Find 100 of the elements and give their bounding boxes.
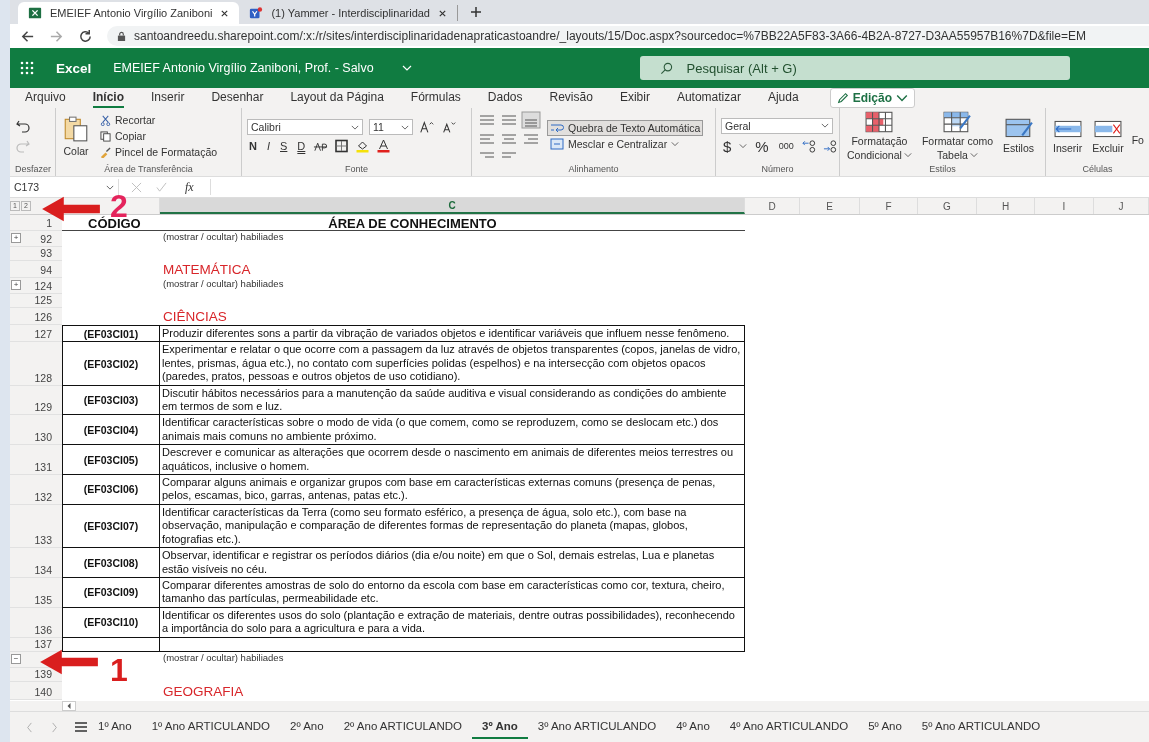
grow-font-icon[interactable] [419, 119, 435, 135]
ribbon-tab[interactable]: Layout da Página [290, 88, 384, 108]
menu-icon[interactable] [74, 721, 88, 733]
font-style-button[interactable]: I [264, 140, 272, 152]
column-header[interactable]: J [1094, 198, 1149, 214]
sheet-tab[interactable]: 5º Ano [858, 715, 912, 739]
ribbon-tab[interactable]: Automatizar [676, 88, 741, 108]
row-number[interactable]: 135 [34, 593, 52, 607]
outline-toggle[interactable]: + [11, 233, 21, 243]
column-header[interactable]: E [800, 198, 860, 214]
fill-color-icon[interactable] [355, 139, 371, 153]
show-hide-link[interactable]: (mostrar / ocultar) habiliades [160, 651, 284, 663]
row-number[interactable]: 130 [34, 431, 52, 445]
reload-icon[interactable] [78, 28, 93, 44]
row-number[interactable]: 132 [34, 490, 52, 504]
row-number[interactable]: 124 [34, 280, 52, 293]
column-header[interactable]: G [918, 198, 977, 214]
browser-tab[interactable]: (1) Yammer - Interdisciplinaridad [239, 5, 458, 21]
search-input[interactable]: Pesquisar (Alt + G) [684, 59, 989, 77]
row-number[interactable]: 129 [34, 401, 52, 415]
new-tab-icon[interactable] [470, 6, 482, 18]
skill-description: Descrever e comunicar as alterações que ocorrem desde o nascimento em animais de diferentes meios terrestres ou aquáticos, inclusive o homem. [161, 445, 735, 474]
insert-function-button[interactable]: fx [179, 179, 200, 195]
sheet-tab[interactable]: 2º Ano [280, 715, 334, 739]
close-icon[interactable] [438, 8, 447, 18]
format-as-table-button[interactable]: Formatar como Tabela [919, 111, 996, 161]
show-hide-link[interactable]: (mostrar / ocultar) habiliades [160, 231, 284, 242]
document-title[interactable]: EMEIEF Antonio Virgílio Zaniboni, Prof. - Salvo [113, 61, 374, 75]
row-number[interactable]: 131 [34, 461, 52, 475]
row-number[interactable]: 94 [40, 264, 52, 277]
increase-decimal-icon[interactable] [801, 139, 817, 153]
ribbon-tab[interactable]: Exibir [619, 88, 650, 108]
ribbon-tab[interactable]: Arquivo [25, 88, 66, 108]
font-dropdown[interactable]: Calibri [247, 119, 363, 135]
font-style-button[interactable]: N [247, 140, 259, 152]
copy-button[interactable]: Copiar [97, 128, 149, 144]
insert-cells-button[interactable]: Inserir [1051, 118, 1085, 154]
column-header[interactable]: D [745, 198, 800, 214]
shrink-font-icon[interactable] [441, 119, 457, 135]
column-header[interactable]: C [160, 198, 745, 214]
row-number[interactable]: 92 [40, 233, 52, 246]
ribbon-tab[interactable]: Dados [487, 88, 523, 108]
app-launcher-icon[interactable] [20, 61, 34, 75]
sheet-tab[interactable]: 3º Ano ARTICULANDO [527, 715, 667, 739]
conditional-formatting-button[interactable]: Formatação Condicional [845, 111, 914, 161]
ribbon-tab[interactable]: Desenhar [211, 88, 264, 108]
borders-icon[interactable] [334, 139, 350, 153]
scroll-left-icon[interactable] [65, 703, 73, 709]
outline-toggle[interactable]: + [11, 280, 21, 290]
undo-icon[interactable] [15, 118, 31, 134]
paste-button[interactable]: Colar [61, 115, 91, 157]
decrease-decimal-icon[interactable] [822, 139, 838, 153]
ribbon-tab[interactable]: Inserir [151, 88, 185, 108]
brush-icon [100, 146, 111, 158]
currency-button[interactable]: $ [721, 137, 734, 155]
row-number[interactable]: 128 [34, 371, 52, 385]
row-number[interactable]: 134 [34, 563, 52, 577]
merge-center-button[interactable]: Mesclar e Centralizar [547, 136, 683, 152]
wrap-text-button[interactable]: Quebra de Texto Automática [547, 120, 704, 136]
sheet-tab[interactable]: 2º Ano ARTICULANDO [333, 715, 473, 739]
ribbon-tab[interactable]: Ajuda [767, 88, 799, 108]
format-cells-label[interactable]: Fo [1131, 134, 1144, 146]
font-size-dropdown[interactable]: 11 [369, 119, 413, 135]
column-header[interactable]: H [977, 198, 1035, 214]
format-painter-button[interactable]: Pincel de Formatação [97, 144, 221, 160]
tab-title: EMEIEF Antonio Virgílio Zaniboni [50, 7, 213, 19]
search-field[interactable]: Pesquisar (Alt + G) [639, 56, 1070, 80]
number-format-dropdown[interactable]: Geral [721, 117, 833, 134]
show-hide-link[interactable]: (mostrar / ocultar) habiliades [160, 278, 284, 289]
sheet-tab[interactable]: 3º Ano [472, 715, 528, 739]
row-number[interactable]: 133 [34, 534, 52, 548]
sheet-tab[interactable]: 4º Ano ARTICULANDO [719, 715, 859, 739]
column-header[interactable]: F [860, 198, 918, 214]
group-label: Área de Transferência [103, 164, 194, 176]
row-number[interactable]: 136 [34, 623, 52, 637]
cell-styles-button[interactable]: Estilos [1001, 118, 1036, 154]
sheet-tab[interactable]: 1º Ano [88, 715, 142, 739]
name-box[interactable]: C173 [10, 179, 119, 195]
address-bar[interactable]: santoandreedu.sharepoint.com/:x:/r/sites/interdisciplinaridadenapraticastoandre/_layouts/15/Doc.aspx?sourcedoc=%7BB22A5F83-3A66-4B2A-8727-D3AA55957B16%7D&file=EM [107, 26, 1149, 46]
browser-tab[interactable]: EMEIEF Antonio Virgílio Zaniboni [18, 2, 240, 24]
checkmark-icon[interactable] [156, 181, 167, 193]
ribbon-tab[interactable]: Fórmulas [410, 88, 461, 108]
percent-button[interactable]: % [753, 137, 771, 155]
sheet-tab[interactable]: 4º Ano [666, 715, 720, 739]
delete-cells-button[interactable]: Excluir [1090, 118, 1126, 154]
font-style-button[interactable]: S [278, 140, 290, 152]
sheet-tab[interactable]: 5º Ano ARTICULANDO [911, 715, 1051, 739]
font-style-button[interactable]: D [295, 140, 308, 152]
row-number[interactable]: 1 [46, 217, 52, 230]
close-icon[interactable] [220, 8, 230, 18]
outline-toggle[interactable]: − [11, 653, 21, 664]
column-header[interactable]: I [1035, 198, 1094, 214]
font-color-icon[interactable] [376, 139, 392, 153]
cut-button[interactable]: Recortar [97, 112, 159, 128]
editing-mode-button[interactable]: Edição [829, 88, 915, 108]
skill-code: (EF03CI07) [83, 520, 139, 532]
ribbon-tab[interactable]: Revisão [549, 88, 593, 108]
thousands-button[interactable]: 000 [776, 141, 796, 151]
sheet-tab[interactable]: 1º Ano ARTICULANDO [141, 715, 281, 739]
alignment-icons[interactable] [477, 111, 541, 161]
